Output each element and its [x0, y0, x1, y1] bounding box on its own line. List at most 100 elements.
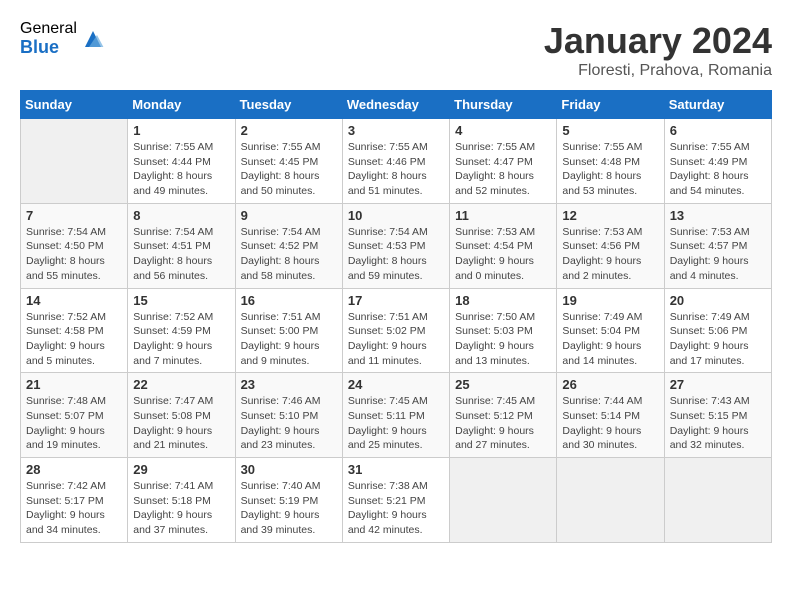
calendar-cell: 5Sunrise: 7:55 AM Sunset: 4:48 PM Daylig… — [557, 119, 664, 204]
calendar-cell: 12Sunrise: 7:53 AM Sunset: 4:56 PM Dayli… — [557, 203, 664, 288]
day-number: 31 — [348, 462, 444, 477]
day-info: Sunrise: 7:42 AM Sunset: 5:17 PM Dayligh… — [26, 479, 122, 538]
page-header: General Blue January 2024 Floresti, Prah… — [20, 20, 772, 80]
calendar-cell — [450, 458, 557, 543]
day-number: 29 — [133, 462, 229, 477]
day-info: Sunrise: 7:44 AM Sunset: 5:14 PM Dayligh… — [562, 394, 658, 453]
calendar-cell: 16 Sunrise: 7:51 AM Sunset: 5:00 PM Dayli… — [235, 288, 342, 373]
calendar-cell: 7 Sunrise: 7:54 AM Sunset: 4:50 PM Daylig… — [21, 203, 128, 288]
day-number: 8 — [133, 208, 229, 223]
calendar-cell: 6Sunrise: 7:55 AM Sunset: 4:49 PM Daylig… — [664, 119, 771, 204]
calendar-cell: 22Sunrise: 7:47 AM Sunset: 5:08 PM Dayli… — [128, 373, 235, 458]
calendar-cell: 20 Sunrise: 7:49 AM Sunset: 5:06 PM Dayli… — [664, 288, 771, 373]
calendar-header-row: SundayMondayTuesdayWednesdayThursdayFrid… — [21, 91, 772, 119]
day-number: 23 — [241, 377, 337, 392]
calendar-cell: 21 Sunrise: 7:48 AM Sunset: 5:07 PM Dayli… — [21, 373, 128, 458]
calendar-cell — [21, 119, 128, 204]
calendar-cell: 9Sunrise: 7:54 AM Sunset: 4:52 PM Daylig… — [235, 203, 342, 288]
day-number: 27 — [670, 377, 766, 392]
weekday-header-wednesday: Wednesday — [342, 91, 449, 119]
day-info: Sunrise: 7:54 AM Sunset: 4:53 PM Dayligh… — [348, 225, 444, 284]
day-info: Sunrise: 7:55 AM Sunset: 4:44 PM Dayligh… — [133, 140, 229, 199]
day-number: 16 — [241, 293, 337, 308]
calendar-body: 1 Sunrise: 7:55 AM Sunset: 4:44 PM Daylig… — [21, 119, 772, 543]
day-info: Sunrise: 7:45 AM Sunset: 5:11 PM Dayligh… — [348, 394, 444, 453]
calendar-week-5: 28 Sunrise: 7:42 AM Sunset: 5:17 PM Dayli… — [21, 458, 772, 543]
day-info: Sunrise: 7:53 AM Sunset: 4:54 PM Dayligh… — [455, 225, 551, 284]
calendar-cell: 24Sunrise: 7:45 AM Sunset: 5:11 PM Dayli… — [342, 373, 449, 458]
calendar-week-1: 1 Sunrise: 7:55 AM Sunset: 4:44 PM Daylig… — [21, 119, 772, 204]
calendar-cell: 26 Sunrise: 7:44 AM Sunset: 5:14 PM Dayli… — [557, 373, 664, 458]
day-number: 13 — [670, 208, 766, 223]
day-number: 4 — [455, 123, 551, 138]
calendar-cell: 3 Sunrise: 7:55 AM Sunset: 4:46 PM Daylig… — [342, 119, 449, 204]
calendar-cell: 23 Sunrise: 7:46 AM Sunset: 5:10 PM Dayli… — [235, 373, 342, 458]
day-info: Sunrise: 7:45 AM Sunset: 5:12 PM Dayligh… — [455, 394, 551, 453]
day-number: 25 — [455, 377, 551, 392]
day-info: Sunrise: 7:49 AM Sunset: 5:06 PM Dayligh… — [670, 310, 766, 369]
calendar-cell: 4Sunrise: 7:55 AM Sunset: 4:47 PM Daylig… — [450, 119, 557, 204]
day-info: Sunrise: 7:55 AM Sunset: 4:45 PM Dayligh… — [241, 140, 337, 199]
day-number: 19 — [562, 293, 658, 308]
calendar-cell — [557, 458, 664, 543]
weekday-header-friday: Friday — [557, 91, 664, 119]
weekday-header-sunday: Sunday — [21, 91, 128, 119]
day-info: Sunrise: 7:47 AM Sunset: 5:08 PM Dayligh… — [133, 394, 229, 453]
calendar-cell: 14 Sunrise: 7:52 AM Sunset: 4:58 PM Dayli… — [21, 288, 128, 373]
logo: General Blue — [20, 20, 105, 57]
day-number: 1 — [133, 123, 229, 138]
day-info: Sunrise: 7:46 AM Sunset: 5:10 PM Dayligh… — [241, 394, 337, 453]
calendar-cell: 27 Sunrise: 7:43 AM Sunset: 5:15 PM Dayli… — [664, 373, 771, 458]
weekday-header-thursday: Thursday — [450, 91, 557, 119]
calendar-cell: 15Sunrise: 7:52 AM Sunset: 4:59 PM Dayli… — [128, 288, 235, 373]
calendar-cell: 31Sunrise: 7:38 AM Sunset: 5:21 PM Dayli… — [342, 458, 449, 543]
calendar-cell: 17 Sunrise: 7:51 AM Sunset: 5:02 PM Dayli… — [342, 288, 449, 373]
logo-blue: Blue — [20, 38, 77, 58]
day-info: Sunrise: 7:48 AM Sunset: 5:07 PM Dayligh… — [26, 394, 122, 453]
logo-icon — [81, 27, 105, 51]
day-info: Sunrise: 7:55 AM Sunset: 4:49 PM Dayligh… — [670, 140, 766, 199]
day-info: Sunrise: 7:50 AM Sunset: 5:03 PM Dayligh… — [455, 310, 551, 369]
day-info: Sunrise: 7:52 AM Sunset: 4:58 PM Dayligh… — [26, 310, 122, 369]
day-number: 12 — [562, 208, 658, 223]
calendar-cell: 8 Sunrise: 7:54 AM Sunset: 4:51 PM Daylig… — [128, 203, 235, 288]
calendar-cell: 13 Sunrise: 7:53 AM Sunset: 4:57 PM Dayli… — [664, 203, 771, 288]
day-number: 28 — [26, 462, 122, 477]
weekday-header-saturday: Saturday — [664, 91, 771, 119]
day-number: 2 — [241, 123, 337, 138]
day-number: 7 — [26, 208, 122, 223]
logo-general: General — [20, 20, 77, 38]
day-number: 21 — [26, 377, 122, 392]
day-info: Sunrise: 7:53 AM Sunset: 4:57 PM Dayligh… — [670, 225, 766, 284]
day-info: Sunrise: 7:49 AM Sunset: 5:04 PM Dayligh… — [562, 310, 658, 369]
day-number: 14 — [26, 293, 122, 308]
day-number: 20 — [670, 293, 766, 308]
day-number: 18 — [455, 293, 551, 308]
calendar-cell: 29 Sunrise: 7:41 AM Sunset: 5:18 PM Dayli… — [128, 458, 235, 543]
day-number: 10 — [348, 208, 444, 223]
calendar-week-2: 7 Sunrise: 7:54 AM Sunset: 4:50 PM Daylig… — [21, 203, 772, 288]
calendar-table: SundayMondayTuesdayWednesdayThursdayFrid… — [20, 90, 772, 543]
day-info: Sunrise: 7:55 AM Sunset: 4:46 PM Dayligh… — [348, 140, 444, 199]
day-info: Sunrise: 7:43 AM Sunset: 5:15 PM Dayligh… — [670, 394, 766, 453]
day-info: Sunrise: 7:55 AM Sunset: 4:48 PM Dayligh… — [562, 140, 658, 199]
calendar-week-4: 21 Sunrise: 7:48 AM Sunset: 5:07 PM Dayli… — [21, 373, 772, 458]
day-info: Sunrise: 7:52 AM Sunset: 4:59 PM Dayligh… — [133, 310, 229, 369]
day-number: 17 — [348, 293, 444, 308]
day-number: 26 — [562, 377, 658, 392]
calendar-cell: 10 Sunrise: 7:54 AM Sunset: 4:53 PM Dayli… — [342, 203, 449, 288]
day-info: Sunrise: 7:51 AM Sunset: 5:02 PM Dayligh… — [348, 310, 444, 369]
calendar-cell: 30 Sunrise: 7:40 AM Sunset: 5:19 PM Dayli… — [235, 458, 342, 543]
day-info: Sunrise: 7:54 AM Sunset: 4:51 PM Dayligh… — [133, 225, 229, 284]
day-info: Sunrise: 7:40 AM Sunset: 5:19 PM Dayligh… — [241, 479, 337, 538]
calendar-cell: 11 Sunrise: 7:53 AM Sunset: 4:54 PM Dayli… — [450, 203, 557, 288]
day-info: Sunrise: 7:41 AM Sunset: 5:18 PM Dayligh… — [133, 479, 229, 538]
calendar-cell: 19 Sunrise: 7:49 AM Sunset: 5:04 PM Dayli… — [557, 288, 664, 373]
day-number: 9 — [241, 208, 337, 223]
day-number: 30 — [241, 462, 337, 477]
day-number: 3 — [348, 123, 444, 138]
day-info: Sunrise: 7:51 AM Sunset: 5:00 PM Dayligh… — [241, 310, 337, 369]
day-info: Sunrise: 7:54 AM Sunset: 4:50 PM Dayligh… — [26, 225, 122, 284]
day-number: 11 — [455, 208, 551, 223]
weekday-header-tuesday: Tuesday — [235, 91, 342, 119]
